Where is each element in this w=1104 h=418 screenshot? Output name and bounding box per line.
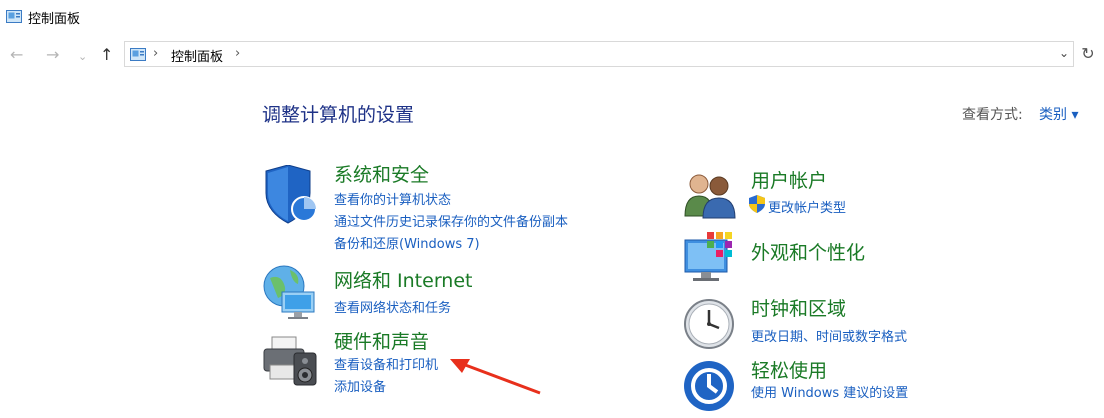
uac-shield-icon bbox=[749, 195, 765, 217]
link-file-history[interactable]: 通过文件历史记录保存你的文件备份副本 bbox=[334, 211, 568, 230]
breadcrumb-separator[interactable]: › bbox=[235, 46, 240, 61]
arrow-right-icon[interactable]: → bbox=[46, 46, 59, 64]
breadcrumb-separator[interactable]: › bbox=[153, 46, 158, 61]
window-title: 控制面板 bbox=[28, 12, 81, 27]
clock-icon[interactable] bbox=[683, 298, 737, 356]
users-icon[interactable] bbox=[683, 170, 739, 224]
link-change-date-time[interactable]: 更改日期、时间或数字格式 bbox=[751, 326, 907, 345]
annotation-arrow bbox=[450, 359, 541, 395]
category-title-clock[interactable]: 时钟和区域 bbox=[751, 294, 846, 321]
link-devices-printers[interactable]: 查看设备和打印机 bbox=[334, 354, 438, 373]
category-title-hardware[interactable]: 硬件和声音 bbox=[334, 327, 429, 354]
arrow-up-icon[interactable]: ↑ bbox=[100, 46, 113, 64]
category-title-ease[interactable]: 轻松使用 bbox=[751, 356, 827, 383]
category-title-system[interactable]: 系统和安全 bbox=[334, 160, 429, 187]
page-title: 调整计算机的设置 bbox=[262, 104, 415, 126]
refresh-icon[interactable]: ↻ bbox=[1076, 43, 1100, 67]
globe-network-icon[interactable] bbox=[262, 264, 318, 324]
link-view-computer-status[interactable]: 查看你的计算机状态 bbox=[334, 189, 451, 208]
chevron-down-icon[interactable]: ⌄ bbox=[78, 48, 87, 66]
link-change-account-type[interactable]: 更改帐户类型 bbox=[768, 197, 846, 216]
monitor-palette-icon[interactable] bbox=[683, 230, 741, 290]
arrow-left-icon[interactable]: ← bbox=[10, 46, 23, 64]
link-backup-restore[interactable]: 备份和还原(Windows 7) bbox=[334, 233, 480, 252]
link-windows-recommended-settings[interactable]: 使用 Windows 建议的设置 bbox=[751, 382, 908, 401]
shield-icon[interactable] bbox=[262, 164, 318, 229]
category-title-appearance[interactable]: 外观和个性化 bbox=[751, 238, 865, 265]
link-add-device[interactable]: 添加设备 bbox=[334, 376, 386, 395]
view-by-label: 查看方式: bbox=[962, 107, 1023, 123]
control-panel-icon bbox=[130, 47, 146, 66]
chevron-down-icon[interactable]: ⌄ bbox=[1059, 46, 1069, 60]
printer-icon[interactable] bbox=[262, 335, 320, 391]
control-panel-icon bbox=[6, 9, 22, 29]
ease-of-access-icon[interactable] bbox=[683, 360, 737, 418]
link-network-status[interactable]: 查看网络状态和任务 bbox=[334, 297, 451, 316]
category-title-user[interactable]: 用户帐户 bbox=[751, 166, 827, 193]
breadcrumb-control-panel[interactable]: 控制面板 bbox=[171, 46, 223, 65]
category-title-network[interactable]: 网络和 Internet bbox=[334, 266, 472, 293]
address-bar[interactable]: › 控制面板 › ⌄ bbox=[124, 41, 1074, 67]
title-bar: 控制面板 bbox=[0, 0, 1104, 34]
view-by-dropdown[interactable]: 类别 ▾ bbox=[1039, 104, 1078, 124]
